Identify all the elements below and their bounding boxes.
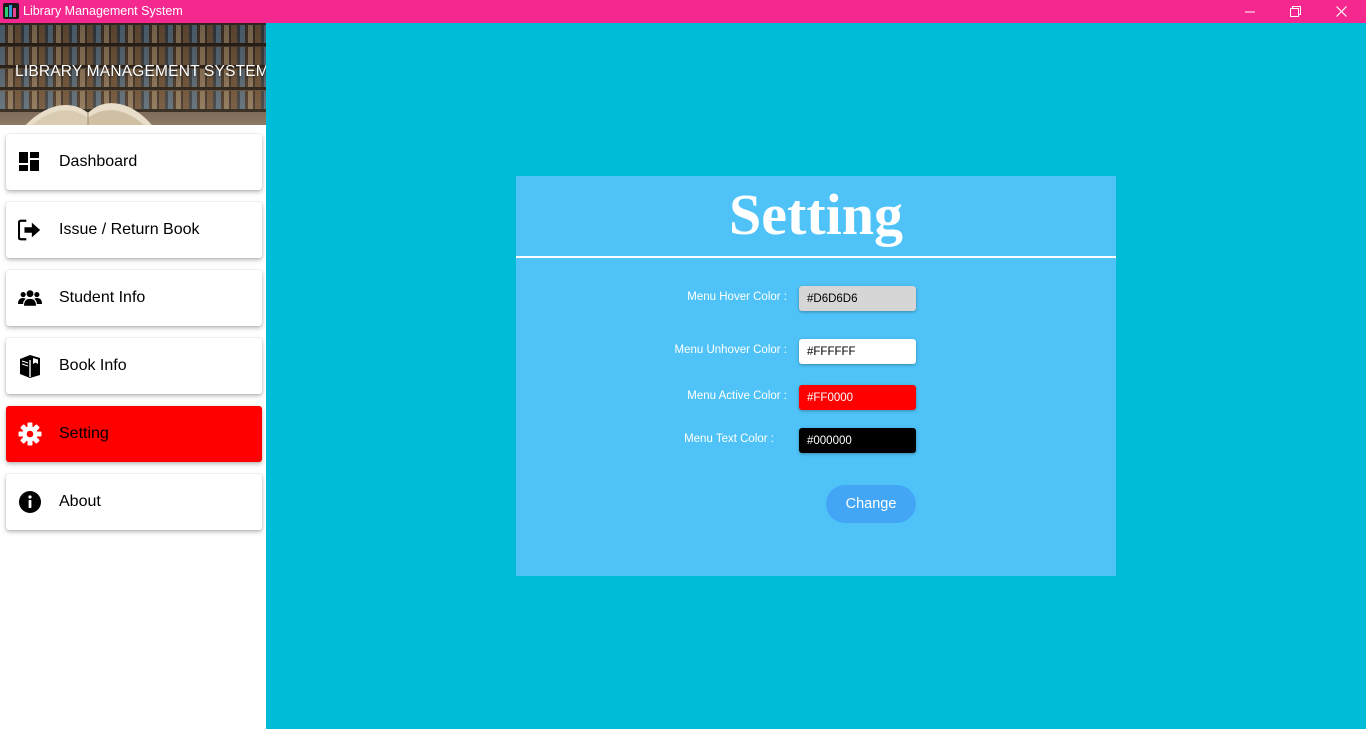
info-icon: [18, 490, 42, 514]
sidebar-item-book-info[interactable]: Book Info: [6, 338, 262, 394]
open-book-image: [26, 103, 152, 125]
menu-text-color-field[interactable]: [799, 428, 916, 453]
sidebar-item-label: About: [59, 493, 101, 510]
sidebar-item-label: Dashboard: [59, 153, 138, 170]
minimize-icon: [1245, 11, 1255, 12]
sidebar: LIBRARY MANAGEMENT SYSTEM Dashboard Issu…: [0, 23, 266, 729]
dashboard-icon: [18, 150, 42, 174]
close-icon: [1335, 6, 1347, 17]
change-button[interactable]: Change: [826, 485, 916, 523]
title-bar: Library Management System: [0, 0, 1366, 23]
banner-title: LIBRARY MANAGEMENT SYSTEM: [15, 63, 266, 80]
restore-icon: [1289, 6, 1301, 17]
sidebar-banner: LIBRARY MANAGEMENT SYSTEM: [0, 23, 266, 125]
gear-icon: [18, 422, 42, 446]
bookshelf-image: [0, 25, 266, 43]
window-title: Library Management System: [23, 4, 183, 18]
sign-out-icon: [18, 218, 42, 242]
sidebar-item-dashboard[interactable]: Dashboard: [6, 134, 262, 190]
sidebar-item-student-info[interactable]: Student Info: [6, 270, 262, 326]
restore-button[interactable]: [1272, 0, 1318, 23]
app-icon: [3, 3, 19, 19]
close-button[interactable]: [1318, 0, 1364, 23]
sidebar-item-label: Book Info: [59, 357, 127, 374]
menu-text-color-label: Menu Text Color :: [684, 433, 774, 445]
sidebar-item-setting[interactable]: Setting: [6, 406, 262, 462]
title-divider: [516, 256, 1116, 258]
sidebar-item-label: Issue / Return Book: [59, 221, 200, 238]
settings-panel: Setting Menu Hover Color : Menu Unhover …: [516, 176, 1116, 576]
menu-active-color-field[interactable]: [799, 385, 916, 410]
menu-hover-color-label: Menu Hover Color :: [687, 291, 787, 303]
menu-unhover-color-label: Menu Unhover Color :: [674, 344, 788, 356]
page-title: Setting: [729, 182, 903, 247]
sidebar-item-about[interactable]: About: [6, 474, 262, 530]
users-icon: [18, 286, 42, 310]
sidebar-item-label: Setting: [59, 425, 109, 442]
menu-unhover-color-field[interactable]: [799, 339, 916, 364]
sidebar-item-label: Student Info: [59, 289, 146, 306]
menu-hover-color-field[interactable]: [799, 286, 916, 311]
menu-active-color-label: Menu Active Color :: [687, 390, 787, 402]
sidebar-item-issue-return-book[interactable]: Issue / Return Book: [6, 202, 262, 258]
minimize-button[interactable]: [1227, 0, 1273, 23]
books-icon: [18, 354, 42, 378]
